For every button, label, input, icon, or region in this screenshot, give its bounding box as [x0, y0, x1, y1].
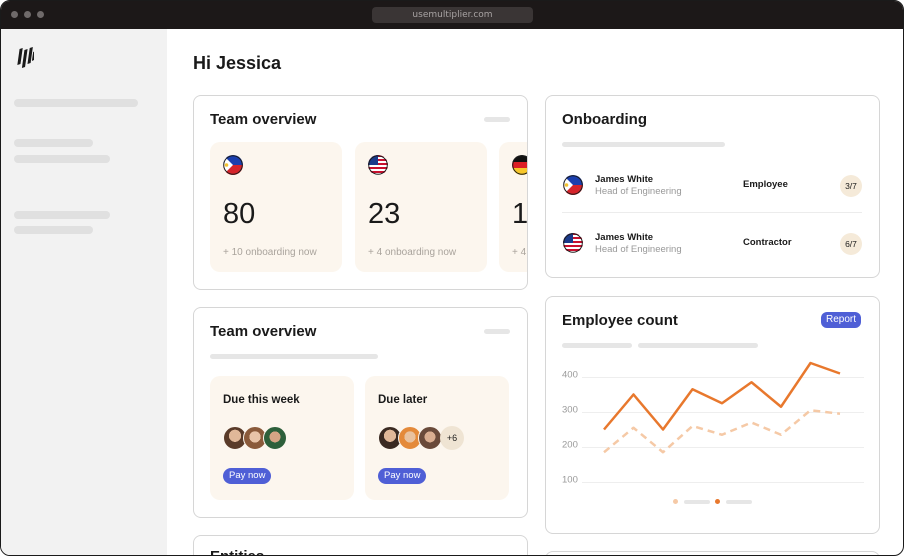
stat-count: 23	[368, 198, 401, 230]
stat-onboarding: + 4	[512, 247, 527, 258]
usa-flag-icon	[563, 233, 583, 253]
employment-type: Employee	[743, 179, 788, 190]
pay-now-button[interactable]: Pay now	[378, 468, 427, 484]
employee-count-card: Employee count Report 400 300 200 100	[545, 296, 880, 534]
close-window-icon[interactable]	[11, 11, 18, 18]
series-line-primary	[603, 361, 841, 431]
y-tick-label: 100	[562, 475, 578, 486]
sidebar-skeleton-item	[14, 226, 93, 234]
card-menu-skeleton	[484, 117, 510, 122]
country-stat-card[interactable]: 80 + 10 onboarding now	[210, 142, 342, 272]
minimize-window-icon[interactable]	[24, 11, 31, 18]
browser-window: usemultiplier.com Hi Jessica Team overvi…	[0, 0, 904, 556]
onboarding-row[interactable]: James White Head of Engineering Employee…	[562, 168, 862, 212]
employee-count-chart: 400 300 200 100	[562, 361, 864, 486]
sidebar	[1, 29, 167, 555]
onboarding-row[interactable]: James White Head of Engineering Contract…	[562, 226, 862, 270]
legend-dot-light	[673, 499, 678, 504]
onboarding-card: Onboarding James White Head of Engineeri…	[545, 95, 880, 278]
y-tick-label: 400	[562, 370, 578, 381]
card-title: Team overview	[210, 111, 317, 128]
employee-role: Head of Engineering	[595, 244, 682, 255]
card-title: Team overview	[210, 323, 317, 340]
pay-now-button[interactable]: Pay now	[223, 468, 272, 484]
due-group-title: Due this week	[223, 394, 300, 406]
browser-titlebar: usemultiplier.com	[1, 1, 903, 29]
subtitle-skeleton	[210, 354, 378, 359]
employee-role: Head of Engineering	[595, 186, 682, 197]
y-tick-label: 300	[562, 405, 578, 416]
series-line-secondary	[603, 409, 841, 454]
y-tick-label: 200	[562, 440, 578, 451]
page-title: Hi Jessica	[193, 53, 282, 73]
card-title: Entities	[210, 548, 264, 555]
sidebar-skeleton-item	[14, 139, 93, 147]
employment-type: Contractor	[743, 237, 792, 248]
stat-count: 10	[512, 198, 528, 230]
row-divider	[562, 212, 862, 213]
onboarding-progress: 3/7	[840, 175, 862, 197]
team-overview-card: Team overview 80 + 10 onboarding now 23 …	[193, 95, 528, 290]
country-stat-card[interactable]: 23 + 4 onboarding now	[355, 142, 487, 272]
url-bar[interactable]: usemultiplier.com	[372, 7, 533, 23]
legend-skeleton	[726, 500, 752, 504]
legend-dot-dark	[715, 499, 720, 504]
multiplier-logo-icon[interactable]	[16, 46, 34, 70]
onboarding-progress: 6/7	[840, 233, 862, 255]
sidebar-skeleton-item	[14, 155, 110, 163]
clipped-card	[545, 551, 880, 555]
stat-onboarding: + 10 onboarding now	[223, 247, 317, 258]
entities-card: Entities	[193, 535, 528, 555]
philippines-flag-icon	[223, 155, 243, 175]
maximize-window-icon[interactable]	[37, 11, 44, 18]
employee-name: James White	[595, 174, 654, 185]
avatar[interactable]	[263, 426, 287, 450]
philippines-flag-icon	[563, 175, 583, 195]
team-payments-card: Team overview Due this week Pay now Due …	[193, 307, 528, 518]
due-group-title: Due later	[378, 394, 428, 406]
card-title: Onboarding	[562, 111, 647, 128]
stat-count: 80	[223, 198, 256, 230]
more-avatars-badge[interactable]: +6	[440, 426, 464, 450]
subtitle-skeleton	[562, 142, 725, 147]
sidebar-skeleton-item	[14, 99, 138, 107]
usa-flag-icon	[368, 155, 388, 175]
stat-onboarding: + 4 onboarding now	[368, 247, 457, 258]
avatar[interactable]	[418, 426, 442, 450]
card-menu-skeleton	[484, 329, 510, 334]
due-group-card[interactable]: Due this week Pay now	[210, 376, 354, 500]
country-stat-card[interactable]: 10 + 4	[499, 142, 528, 272]
employee-name: James White	[595, 232, 654, 243]
due-group-card[interactable]: Due later +6 Pay now	[365, 376, 509, 500]
legend-skeleton	[684, 500, 710, 504]
sidebar-skeleton-item	[14, 211, 110, 219]
germany-flag-icon	[512, 155, 527, 175]
